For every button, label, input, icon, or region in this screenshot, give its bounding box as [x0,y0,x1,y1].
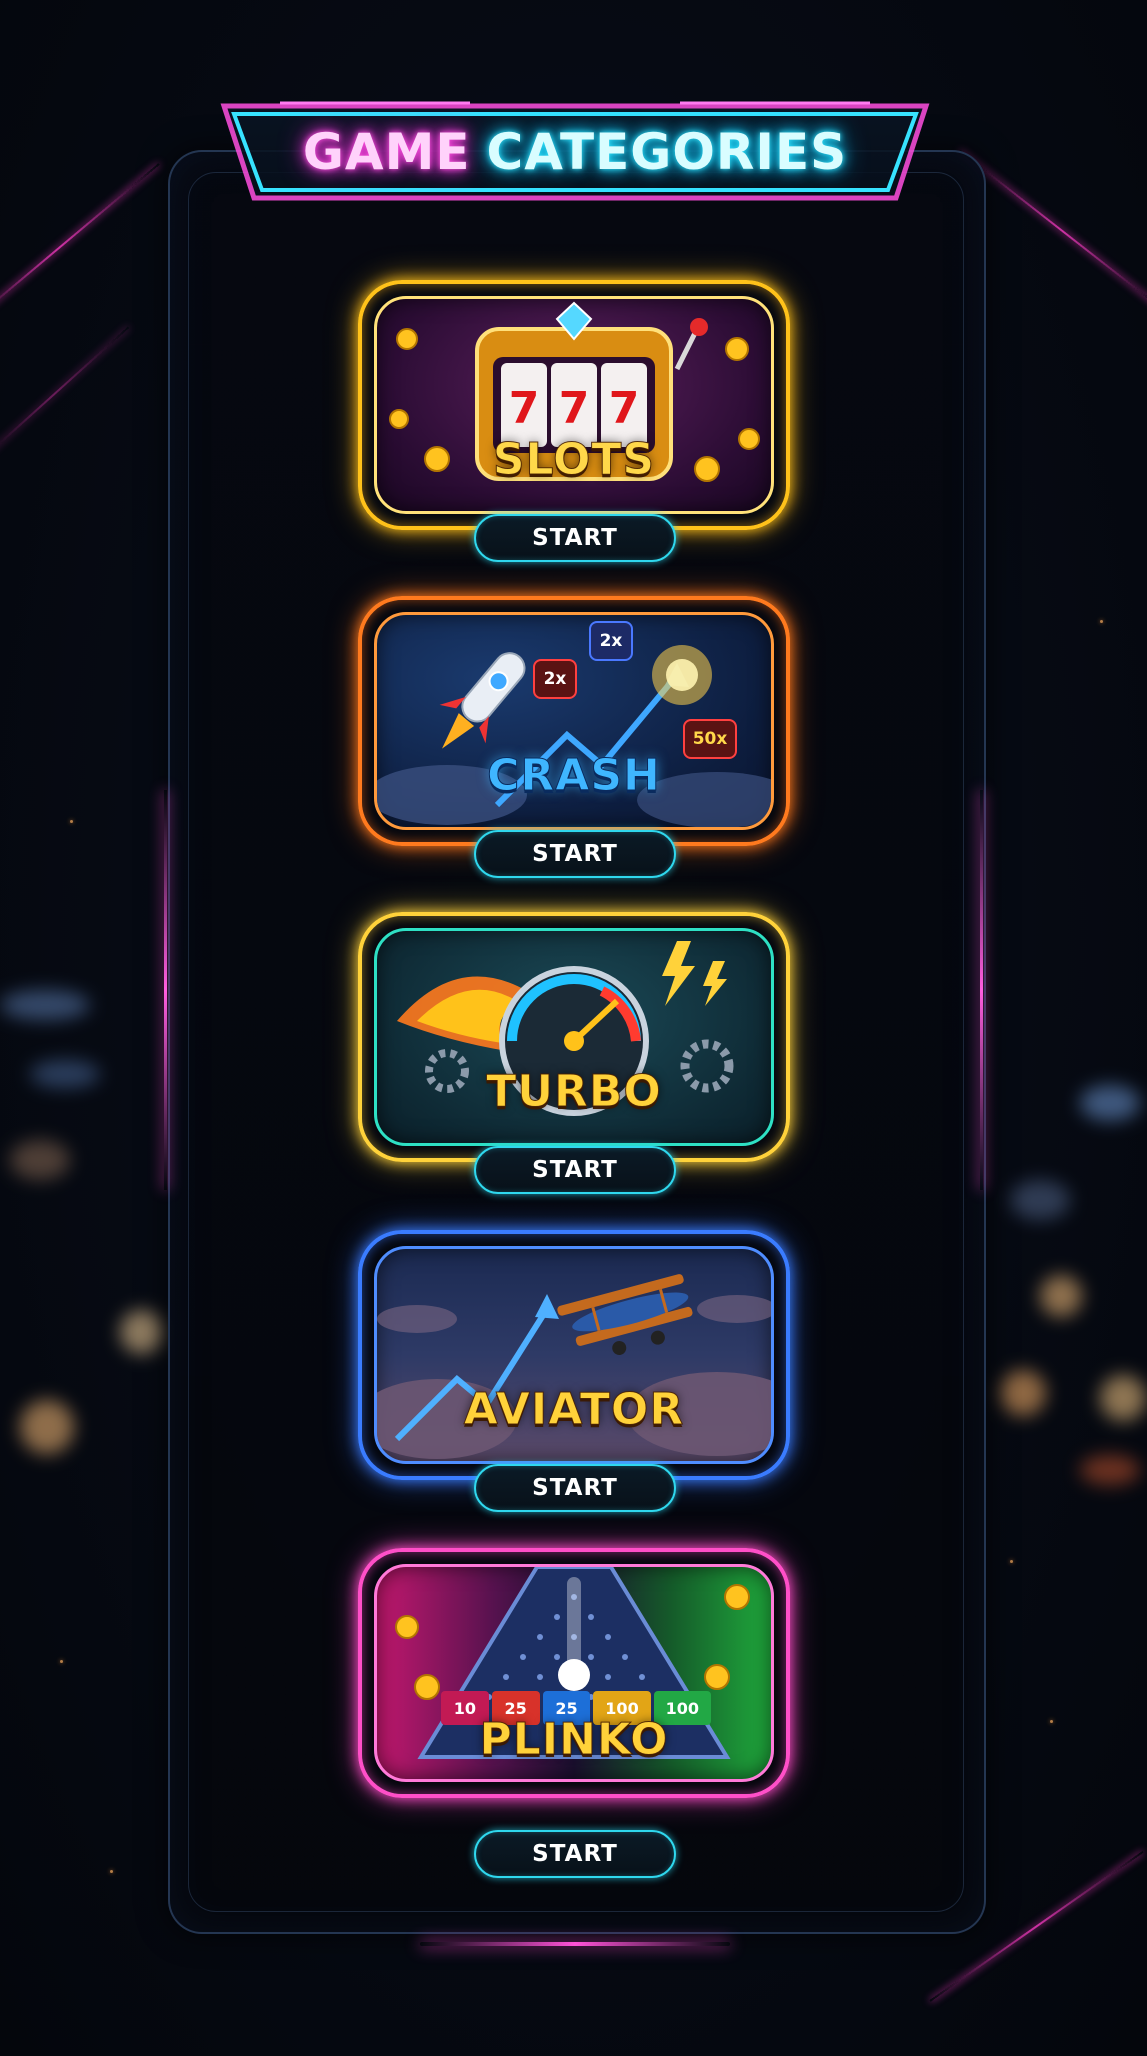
spark [1100,620,1103,623]
card-artwork-frame: TURBO [374,928,774,1146]
card-artwork-frame: 10 25 25 100 100 PLINKO [374,1564,774,1782]
bokeh-light [0,990,90,1020]
header-banner: GAME CATEGORIES [220,100,930,204]
header-title-categories: CATEGORIES [486,123,848,181]
bokeh-light [120,1310,164,1354]
bokeh-light [10,1140,70,1180]
bokeh-light [1010,1180,1070,1220]
game-card-turbo[interactable]: TURBO [358,912,790,1162]
multiplier-badge: 2x [533,659,577,699]
start-button-crash[interactable]: START [474,830,676,878]
panel-glow-left [164,790,167,1190]
svg-text:7: 7 [559,383,590,434]
neon-line [0,326,130,462]
start-button-plinko[interactable]: START [474,1830,676,1878]
game-card-aviator[interactable]: AVIATOR [358,1230,790,1480]
panel-glow-bottom [420,1942,730,1946]
svg-text:7: 7 [609,383,640,434]
bokeh-light [1080,1455,1140,1485]
neon-line [959,150,1147,312]
bokeh-light [1080,1085,1140,1121]
card-artwork-frame: 2x 2x 50x CRASH [374,612,774,830]
bokeh-light [1100,1375,1146,1421]
svg-text:7: 7 [509,383,540,434]
spark [110,1870,113,1873]
neon-line [0,163,160,332]
card-artwork-frame: 7 7 7 SLOTS [374,296,774,514]
game-title: CRASH [487,750,661,802]
bokeh-light [20,1400,74,1454]
card-artwork-frame: AVIATOR [374,1246,774,1464]
panel-glow-right [980,790,983,1190]
game-title: SLOTS [492,434,656,486]
start-button-turbo[interactable]: START [474,1146,676,1194]
bokeh-light [1000,1370,1046,1416]
spark [1050,1720,1053,1723]
bokeh-light [30,1060,100,1088]
game-title: AVIATOR [463,1384,685,1436]
header-title-game: GAME [302,123,471,181]
game-title: TURBO [486,1066,662,1118]
spark [60,1660,63,1663]
spark [1010,1560,1013,1563]
multiplier-badge: 2x [589,621,633,661]
game-title: PLINKO [479,1714,669,1766]
game-card-slots[interactable]: 7 7 7 SLOTS [358,280,790,530]
start-button-aviator[interactable]: START [474,1464,676,1512]
spark [70,820,73,823]
game-card-plinko[interactable]: 10 25 25 100 100 PLINKO [358,1548,790,1798]
start-button-slots[interactable]: START [474,514,676,562]
bokeh-light [1040,1275,1082,1317]
game-card-crash[interactable]: 2x 2x 50x CRASH [358,596,790,846]
header-title: GAME CATEGORIES [220,100,930,204]
